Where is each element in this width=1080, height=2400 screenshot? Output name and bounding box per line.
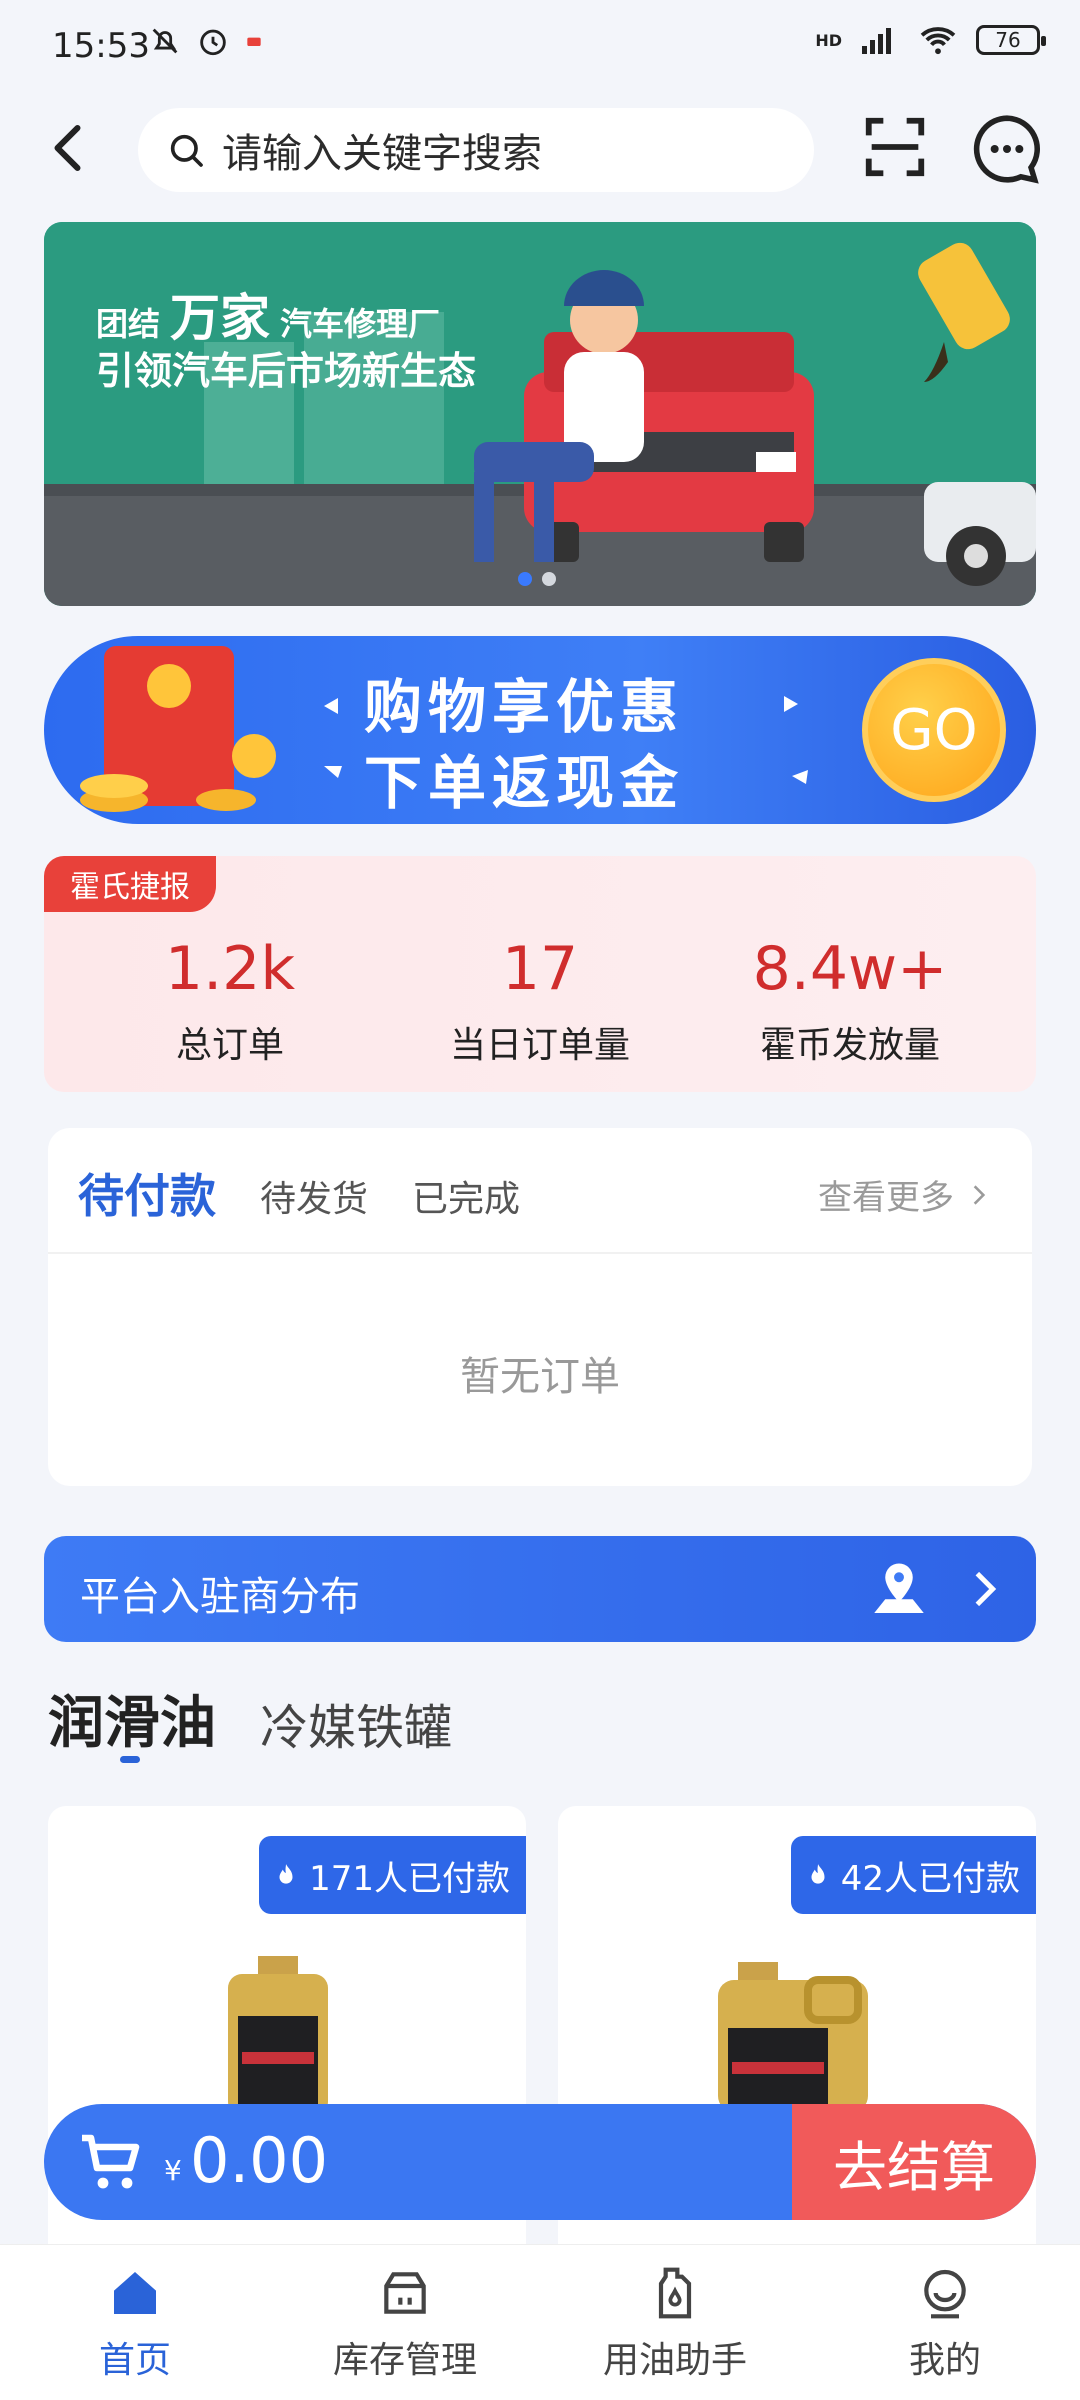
chat-bubble-icon [973,115,1040,184]
hero-banner[interactable]: 团结 万家 汽车修理厂 引领汽车后市场新生态 [44,222,1036,606]
view-more-link[interactable]: 查看更多 [818,1170,992,1219]
promo-banner[interactable]: 购物享优惠 下单返现金 GO [44,636,1036,824]
platform-label: 平台入驻商分布 [80,1574,360,1620]
stat-total-orders: 1.2k 总订单 [80,934,380,1068]
orders-card: 待付款 待发货 已完成 查看更多 暂无订单 [48,1128,1032,1486]
fire-icon [811,1864,825,1884]
signal-icon [862,28,891,54]
oil-bottle-image [228,1956,328,2116]
shopping-cart-icon [82,2134,140,2189]
message-button[interactable] [970,112,1044,186]
banner-line2: 引领汽车后市场新生态 [96,349,477,393]
banner-dot[interactable] [542,572,556,586]
battery-level: 76 [995,28,1021,52]
back-button[interactable] [40,118,100,178]
nav-label: 首页 [98,2340,171,2381]
stat-value: 1.2k [164,934,296,1004]
promo-go-button[interactable]: GO [862,658,1006,802]
chevron-right-icon [973,1184,986,1205]
scan-icon [865,117,925,177]
home-icon [114,2272,156,2314]
map-location-icon [874,1563,924,1613]
banner-pagination [518,572,556,586]
battery-icon: 76 [976,25,1046,55]
stat-label: 总订单 [175,1025,284,1066]
stat-value: 8.4w+ [752,934,948,1004]
status-right-icons: HD 76 [815,24,1046,56]
chevron-left-icon [54,125,81,171]
stats-tag: 霍氏捷报 [44,856,216,912]
tab-indicator [120,1756,140,1763]
oil-jug-image [718,1962,868,2112]
network-label: HD [815,30,842,50]
checkout-button[interactable]: 去结算 [792,2104,1036,2220]
tab-completed[interactable]: 已完成 [412,1170,520,1222]
paid-count-text: 171人已付款 [309,1858,510,1899]
status-time: 15:53 [52,26,150,66]
bottom-nav: 首页 库存管理 用油助手 我的 [0,2244,1080,2400]
paid-count-badge: 171人已付款 [259,1836,526,1914]
banner-brand: 万家 [170,289,271,347]
tab-pending-payment[interactable]: 待付款 [78,1160,216,1226]
shop-notification-icon [247,37,261,46]
status-bar: 15:53 HD 76 [0,0,1080,96]
promo-line2: 下单返现金 [364,749,685,817]
promo-line1: 购物享优惠 [364,673,685,741]
nav-label: 库存管理 [332,2340,477,2381]
search-placeholder: 请输入关键字搜索 [222,131,542,177]
oil-can-icon [658,2267,692,2319]
tab-pending-shipment[interactable]: 待发货 [260,1170,368,1222]
nav-inventory[interactable]: 库存管理 [270,2265,540,2383]
view-more-label: 查看更多 [818,1178,954,1218]
smile-face-icon [924,2269,966,2319]
paid-count-badge: 42人已付款 [790,1836,1036,1914]
nav-profile[interactable]: 我的 [810,2265,1080,2383]
banner-dot-active[interactable] [518,572,532,586]
nav-label: 我的 [908,2340,981,2381]
currency-symbol: ¥ [164,2154,182,2187]
nav-label: 用油助手 [602,2340,747,2381]
inventory-box-icon [384,2272,426,2314]
search-input[interactable]: 请输入关键字搜索 [138,108,814,192]
tab-refrigerant-can[interactable]: 冷媒铁罐 [260,1688,452,1758]
nav-home[interactable]: 首页 [0,2265,270,2383]
stat-label: 霍币发放量 [759,1025,940,1066]
search-icon [170,134,203,167]
alarm-icon [200,29,226,56]
cart-total: 0.00 [190,2124,329,2197]
empty-orders-text: 暂无订单 [460,1354,620,1400]
wifi-icon [920,27,956,55]
stats-panel: 霍氏捷报 1.2k 总订单 17 当日订单量 8.4w+ 霍币发放量 [44,856,1036,1092]
tab-lubricant[interactable]: 润滑油 [48,1678,216,1759]
fire-icon [279,1864,293,1884]
stat-label: 当日订单量 [449,1025,630,1066]
stat-daily-orders: 17 当日订单量 [390,934,690,1068]
paid-count-text: 42人已付款 [840,1858,1020,1899]
banner-line1-prefix: 团结 [96,305,161,343]
stat-value: 17 [501,934,579,1004]
status-left-icons [148,24,264,58]
scan-button[interactable] [860,112,930,182]
nav-oil-assistant[interactable]: 用油助手 [540,2265,810,2383]
chevron-right-icon [975,1571,997,1607]
divider [48,1252,1032,1254]
platform-distribution-bar[interactable]: 平台入驻商分布 [44,1536,1036,1642]
stat-coins-issued: 8.4w+ 霍币发放量 [700,934,1000,1068]
banner-line1-suffix: 汽车修理厂 [280,305,441,343]
cart-bar[interactable]: ¥ 0.00 去结算 [44,2104,1036,2220]
mute-bell-icon [152,28,178,54]
